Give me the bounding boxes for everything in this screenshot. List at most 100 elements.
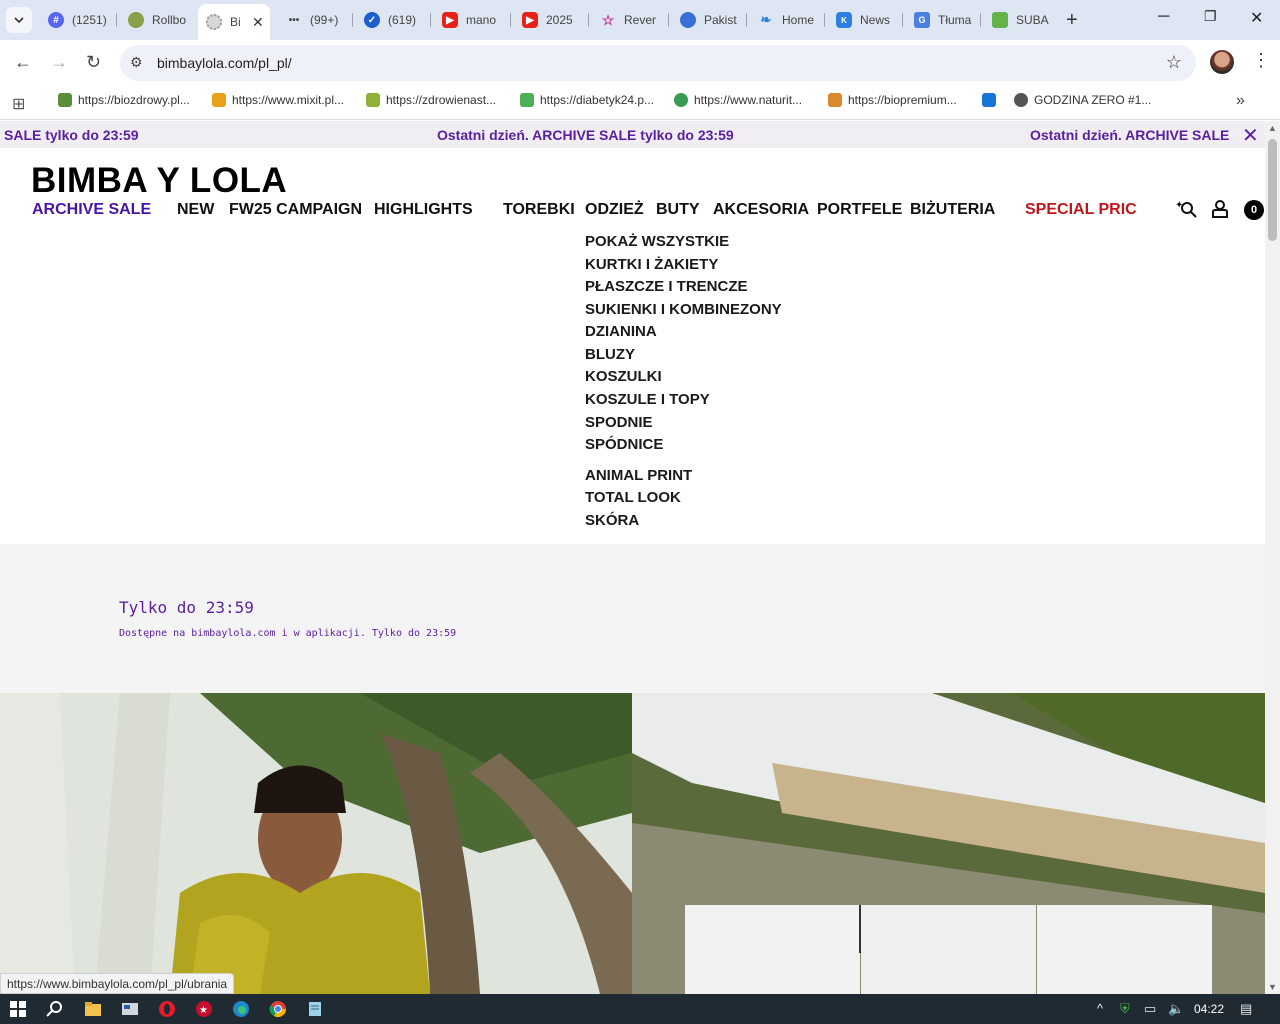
scroll-up-icon[interactable]: ▲ (1268, 123, 1277, 133)
tab-bimba-active[interactable]: Bi ✕ (198, 4, 270, 40)
dropdown-item[interactable]: KOSZULKI (585, 368, 662, 385)
opera-icon[interactable] (158, 1000, 176, 1018)
tab-search-button[interactable] (6, 7, 32, 33)
dropdown-item[interactable]: BLUZY (585, 346, 635, 363)
windows-taskbar: ★ ^ ⛨ ▭ 🔈 04:22 ▤ (0, 994, 1280, 1024)
promo-text-right[interactable]: Ostatni dzień. ARCHIVE SALE (1030, 127, 1229, 143)
more-bookmarks-icon[interactable]: » (1236, 92, 1245, 110)
security-shield-icon[interactable]: ⛨ (1120, 1001, 1130, 1017)
url-text[interactable]: bimbaylola.com/pl_pl/ (157, 55, 292, 71)
tab-home[interactable]: ❧ Home (750, 6, 818, 34)
model-photo (0, 693, 632, 994)
network-icon[interactable]: ▭ (1144, 1001, 1156, 1017)
dropdown-item[interactable]: SKÓRA (585, 512, 639, 529)
tab-rollbo[interactable]: Rollbo (120, 6, 188, 34)
user-icon[interactable] (1211, 199, 1229, 224)
dropdown-item[interactable]: SUKIENKI I KOMBINEZONY (585, 301, 782, 318)
nav-archive-sale[interactable]: ARCHIVE SALE (32, 201, 151, 219)
taskbar-clock[interactable]: 04:22 (1194, 1002, 1224, 1016)
tab-discord[interactable]: # (1251) (40, 6, 108, 34)
nav-buty[interactable]: BUTY (656, 201, 700, 219)
dropdown-item[interactable]: POKAŻ WSZYSTKIE (585, 233, 729, 250)
reload-icon: ↻ (86, 52, 102, 72)
nav-bizuteria[interactable]: BIŻUTERIA (910, 201, 995, 219)
tab-news[interactable]: K News (828, 6, 896, 34)
nav-highlights[interactable]: HIGHLIGHTS (374, 201, 473, 219)
scroll-down-icon[interactable]: ▼ (1268, 982, 1277, 992)
apps-grid-icon[interactable]: ⊞ (12, 94, 25, 114)
file-explorer-icon[interactable] (84, 1000, 102, 1018)
dropdown-item[interactable]: KURTKI I ŻAKIETY (585, 256, 718, 273)
dropdown-item[interactable]: ANIMAL PRINT (585, 467, 692, 484)
reload-button[interactable]: ↻ (86, 52, 101, 73)
search-icon[interactable] (46, 1000, 64, 1018)
bookmark-naturit[interactable]: https://www.naturit... (674, 93, 802, 107)
bookmark-biopremium[interactable]: https://biopremium... (828, 93, 957, 107)
bookmark-diabetyk24[interactable]: https://diabetyk24.p... (520, 93, 654, 107)
vk-icon: K (836, 12, 852, 28)
tab-pakist[interactable]: Pakist (672, 6, 740, 34)
page-viewport: SALE tylko do 23:59 Ostatni dzień. ARCHI… (0, 121, 1265, 994)
back-button[interactable]: ← (14, 52, 32, 73)
dropdown-item[interactable]: PŁASZCZE I TRENCZE (585, 278, 748, 295)
dropdown-item[interactable]: DZIANINA (585, 323, 657, 340)
close-tab-icon[interactable]: ✕ (252, 14, 264, 31)
new-tab-button[interactable]: + (1066, 9, 1078, 32)
cart-count-badge[interactable]: 0 (1244, 200, 1264, 220)
dropdown-item[interactable]: SPODNIE (585, 414, 653, 431)
promo-text-left[interactable]: SALE tylko do 23:59 (4, 127, 139, 143)
tab-youtube-2[interactable]: ▶ 2025 (514, 6, 582, 34)
page-scrollbar[interactable]: ▲ ▼ (1265, 121, 1280, 994)
nav-torebki[interactable]: TOREBKI (503, 201, 575, 219)
tab-translate[interactable]: G Tłuma (906, 6, 974, 34)
brand-logo[interactable]: BIMBA Y LOLA (31, 161, 287, 201)
bookmark-mixit[interactable]: https://www.mixit.pl... (212, 93, 344, 107)
landscape-photo (632, 693, 1265, 994)
dropdown-item[interactable]: TOTAL LOOK (585, 489, 681, 506)
minimize-button[interactable]: ─ (1158, 8, 1169, 26)
forward-button[interactable]: → (50, 52, 68, 73)
hero-image-right[interactable] (632, 693, 1265, 994)
nav-special-price[interactable]: SPECIAL PRIC (1025, 201, 1137, 219)
nav-portfele[interactable]: PORTFELE (817, 201, 902, 219)
bimba-icon (206, 14, 222, 30)
bookmark-biozdrowy[interactable]: https://biozdrowy.pl... (58, 93, 190, 107)
app-star-icon[interactable]: ★ (195, 1000, 213, 1018)
hero-image-left[interactable] (0, 693, 632, 994)
bookmark-chat[interactable] (982, 93, 1002, 107)
nav-odziez[interactable]: ODZIEŻ (585, 201, 644, 219)
tab-youtube-1[interactable]: ▶ mano (434, 6, 502, 34)
nav-akcesoria[interactable]: AKCESORIA (713, 201, 809, 219)
news-app-icon[interactable] (121, 1000, 139, 1018)
tab-619[interactable]: ✓ (619) (356, 6, 424, 34)
restore-button[interactable]: ❐ (1204, 8, 1217, 25)
tab-rever[interactable]: ☆ Rever (592, 6, 660, 34)
dropdown-item[interactable]: KOSZULE I TOPY (585, 391, 710, 408)
notifications-icon[interactable]: ▤ (1240, 1001, 1252, 1017)
promo-text-center[interactable]: Ostatni dzień. ARCHIVE SALE tylko do 23:… (437, 127, 734, 143)
bookmark-godzina-zero[interactable]: GODZINA ZERO #1... (1014, 93, 1151, 107)
tab-suba[interactable]: SUBA (984, 6, 1052, 34)
ai-search-icon[interactable]: ✦ (1175, 199, 1199, 224)
volume-icon[interactable]: 🔈 (1168, 1001, 1184, 1017)
site-info-icon[interactable]: ⚙ (130, 54, 143, 71)
address-bar[interactable]: ⚙ bimbaylola.com/pl_pl/ ☆ (120, 45, 1196, 81)
status-bar-url: https://www.bimbaylola.com/pl_pl/ubrania (0, 973, 235, 994)
windows-start-icon[interactable] (9, 1000, 27, 1018)
edge-icon[interactable] (232, 1000, 250, 1018)
notepad-icon[interactable] (306, 1000, 324, 1018)
nav-new[interactable]: NEW (177, 201, 214, 219)
close-promo-icon[interactable]: ✕ (1242, 123, 1259, 148)
close-window-button[interactable]: ✕ (1250, 8, 1263, 28)
profile-avatar[interactable] (1210, 50, 1234, 74)
browser-menu-button[interactable]: ⋮ (1252, 50, 1270, 71)
tab-99[interactable]: ••• (99+) (278, 6, 346, 34)
chrome-icon[interactable] (269, 1000, 287, 1018)
chat-icon (982, 93, 996, 107)
nav-fw25-campaign[interactable]: FW25 CAMPAIGN (229, 201, 362, 219)
tray-expand-icon[interactable]: ^ (1097, 1001, 1103, 1016)
scrollbar-thumb[interactable] (1268, 139, 1277, 241)
bookmark-star-icon[interactable]: ☆ (1166, 52, 1182, 73)
dropdown-item[interactable]: SPÓDNICE (585, 436, 663, 453)
bookmark-zdrowienast[interactable]: https://zdrowienast... (366, 93, 496, 107)
